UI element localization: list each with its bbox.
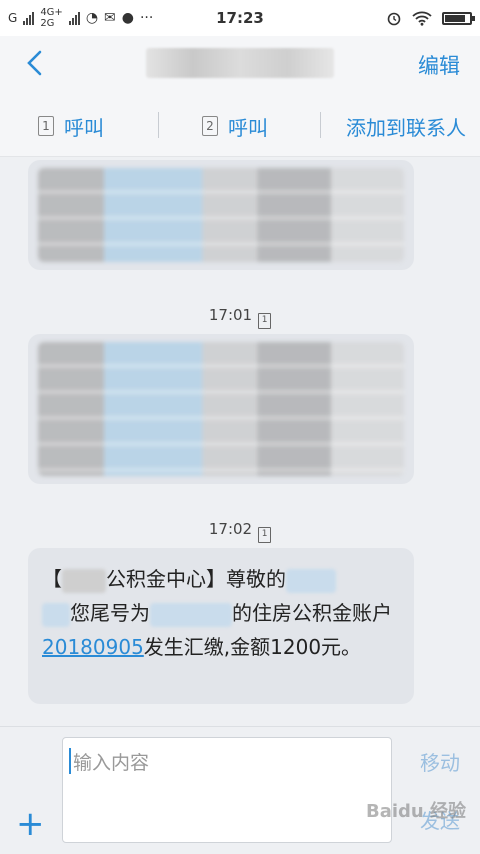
msg-part: 公积金中心】尊敬的 xyxy=(106,567,286,591)
msg-part: 发生汇缴,金额1200元。 xyxy=(143,635,362,659)
redacted-name xyxy=(286,568,336,593)
msg-part: 的住房公积金账户 xyxy=(232,601,392,625)
call-sim1-label: 呼叫 xyxy=(64,115,104,140)
timestamp-text: 17:02 xyxy=(208,520,253,538)
sim-indicator-icon: 1 xyxy=(258,313,272,329)
message-timestamp: 17:01 1 xyxy=(0,306,480,329)
add-attachment-button[interactable]: + xyxy=(16,807,45,841)
msg-part: 【 xyxy=(42,567,62,591)
call-sim2-button[interactable]: 2 呼叫 xyxy=(202,112,268,140)
timestamp-text: 17:01 xyxy=(208,306,253,324)
msg-part: 您尾号为 xyxy=(70,601,150,625)
status-right xyxy=(386,0,475,36)
contact-name-redacted xyxy=(146,48,334,78)
message-text: 【 公积金中心】尊敬的 您尾号为 的住房公积金账户 20180905发生汇缴,金额12… xyxy=(42,562,406,664)
compose-bar: + 输入内容 移动 发送 Baidu 经验 xyxy=(0,726,480,854)
date-link[interactable]: 20180905 xyxy=(42,635,144,659)
add-to-contacts-button[interactable]: 添加到联系人 xyxy=(346,112,466,141)
text-cursor xyxy=(69,748,71,774)
battery-icon xyxy=(442,11,475,25)
watermark-logo: Baidu 经验 xyxy=(365,801,466,822)
sim1-icon: 1 xyxy=(38,116,54,136)
redacted-content xyxy=(38,168,404,262)
message-bubble-redacted-2[interactable] xyxy=(28,334,414,484)
message-bubble-redacted-1[interactable] xyxy=(28,160,414,270)
redacted-name-2 xyxy=(42,602,70,627)
divider xyxy=(320,112,321,138)
status-bar: G 4G+ 2G ◔ ✉ ● ··· 17:23 xyxy=(0,0,480,36)
edit-button[interactable]: 编辑 xyxy=(418,50,460,80)
call-sim1-button[interactable]: 1 呼叫 xyxy=(38,112,104,140)
redacted-account-tail xyxy=(150,602,232,627)
input-placeholder: 输入内容 xyxy=(73,752,150,774)
back-button[interactable] xyxy=(18,46,52,80)
message-timestamp: 17:02 1 xyxy=(0,520,480,543)
action-bar: 1 呼叫 2 呼叫 添加到联系人 xyxy=(0,94,480,157)
redacted-city xyxy=(62,568,106,593)
conversation-header: 编辑 xyxy=(0,36,480,94)
redacted-content xyxy=(38,342,404,476)
sim2-icon: 2 xyxy=(202,116,218,136)
sim-carrier-button[interactable]: 移动 xyxy=(420,747,460,776)
alarm-icon xyxy=(387,12,401,26)
call-sim2-label: 呼叫 xyxy=(228,115,268,140)
wifi-icon xyxy=(412,11,432,26)
message-input[interactable]: 输入内容 xyxy=(62,737,392,843)
sim-indicator-icon: 1 xyxy=(258,527,272,543)
divider xyxy=(158,112,159,138)
